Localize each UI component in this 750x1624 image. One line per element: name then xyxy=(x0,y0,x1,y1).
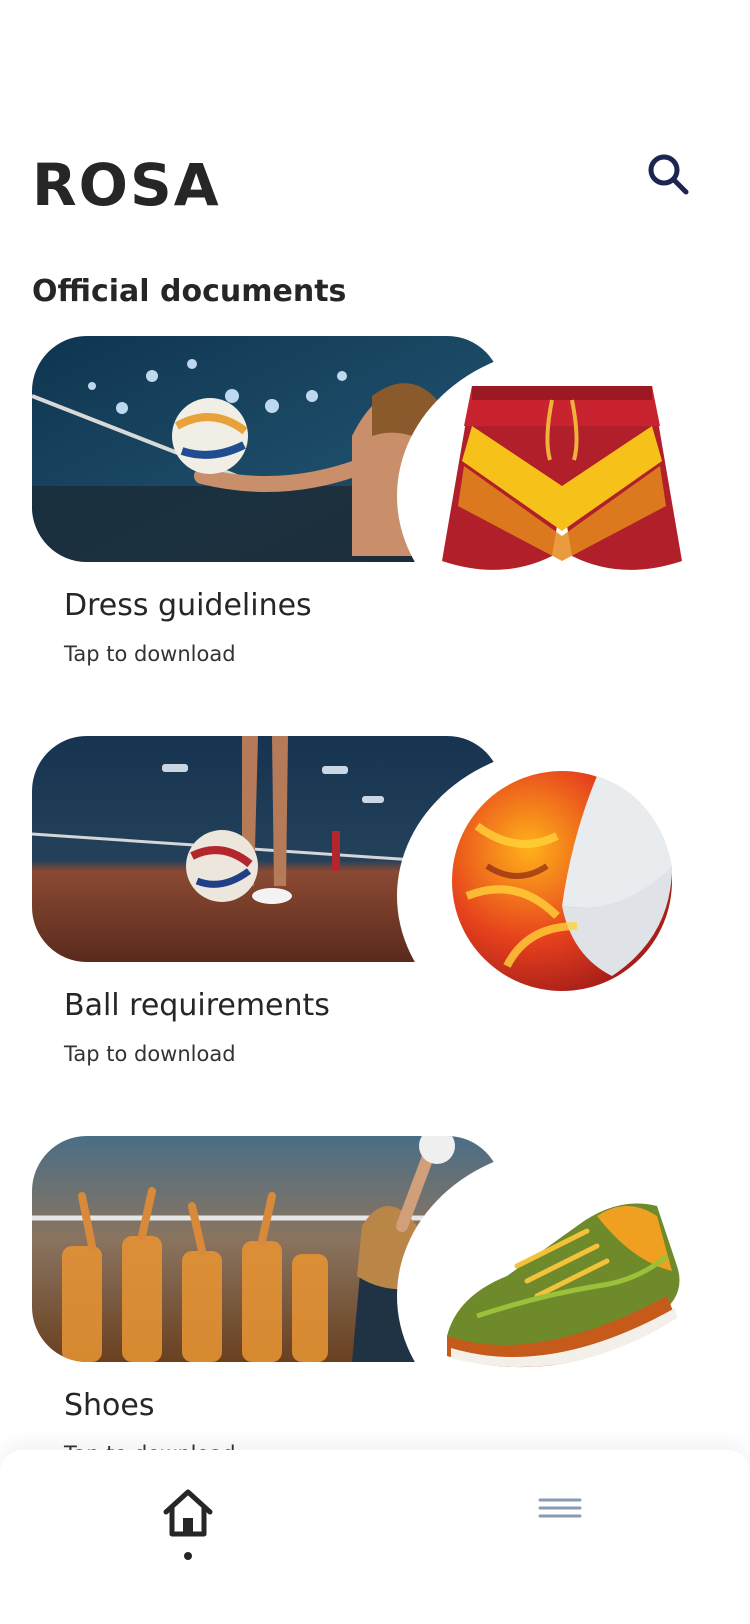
section-title: Official documents xyxy=(32,274,347,309)
active-indicator-dot xyxy=(184,1552,192,1560)
card-title: Shoes xyxy=(64,1388,155,1423)
app-title: ROSA xyxy=(32,151,221,219)
card-dress-guidelines[interactable]: Dress guidelines Tap to download xyxy=(32,336,747,676)
card-title: Dress guidelines xyxy=(64,588,312,623)
card-subtitle: Tap to download xyxy=(64,1042,236,1066)
search-icon xyxy=(648,154,689,195)
shorts-icon xyxy=(442,386,682,570)
search-button[interactable] xyxy=(644,150,692,198)
nav-home-button[interactable] xyxy=(160,1488,216,1568)
header: ROSA xyxy=(32,150,718,220)
shoe-icon xyxy=(447,1203,680,1368)
product-image xyxy=(432,356,692,606)
nav-menu-button[interactable] xyxy=(538,1494,586,1534)
card-shoes[interactable]: Shoes Tap to download xyxy=(32,1136,747,1476)
card-ball-requirements[interactable]: Ball requirements Tap to download xyxy=(32,736,747,1076)
product-image xyxy=(432,1156,692,1406)
card-subtitle: Tap to download xyxy=(64,642,236,666)
menu-icon xyxy=(538,1498,582,1518)
card-title: Ball requirements xyxy=(64,988,330,1023)
ball-icon xyxy=(452,771,672,991)
home-icon xyxy=(163,1489,213,1537)
product-image xyxy=(432,756,692,1006)
bottom-nav xyxy=(0,1450,750,1624)
